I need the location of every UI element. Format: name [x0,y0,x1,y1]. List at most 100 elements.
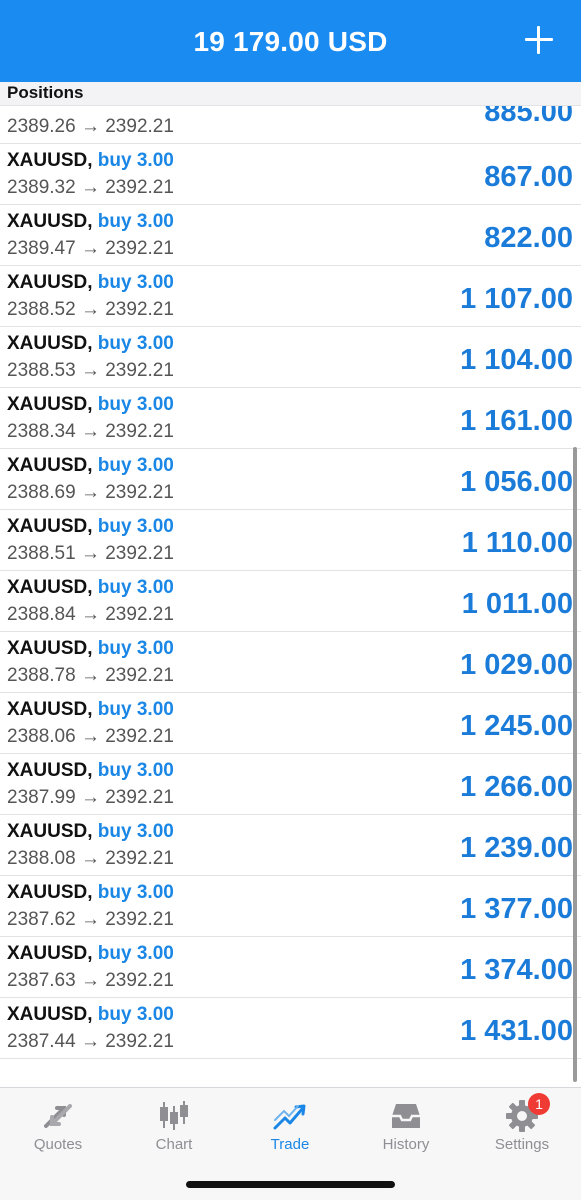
position-symbol: XAUUSD, [7,333,93,354]
position-prices: 2388.52 → 2392.21 [7,299,174,320]
position-symbol: XAUUSD, [7,150,93,171]
position-row[interactable]: XAUUSD, buy 3.00 2388.08 → 2392.21 1 239… [0,815,581,876]
position-profit: 1 104.00 [460,344,573,376]
position-prices: 2387.44 → 2392.21 [7,1031,174,1052]
position-prices: 2388.51 → 2392.21 [7,543,174,564]
position-title: XAUUSD, buy 3.00 [7,699,174,721]
position-direction: buy 3.00 [97,1004,174,1025]
position-row[interactable]: XAUUSD, buy 3.00 2389.47 → 2392.21 822.0… [0,205,581,266]
position-direction: buy 3.00 [97,882,174,903]
position-direction: buy 3.00 [97,333,174,354]
tab-label: History [382,1136,430,1153]
position-profit: 1 431.00 [460,1015,573,1047]
top-bar: 19 179.00 USD [0,0,581,82]
tab-label: Chart [155,1136,193,1153]
home-indicator[interactable] [186,1181,395,1188]
scrollbar[interactable] [573,447,577,1082]
position-direction: buy 3.00 [97,943,174,964]
position-title: XAUUSD, buy 3.00 [7,516,174,538]
position-title: XAUUSD, buy 3.00 [7,638,174,660]
position-profit: 1 374.00 [460,954,573,986]
account-balance: 19 179.00 USD [193,26,388,57]
position-symbol: XAUUSD, [7,821,93,842]
position-row[interactable]: XAUUSD, buy 3.00 2388.51 → 2392.21 1 110… [0,510,581,571]
positions-section-header: Positions [0,82,581,106]
position-symbol: XAUUSD, [7,211,93,232]
position-row[interactable]: XAUUSD, buy 3.00 2388.34 → 2392.21 1 161… [0,388,581,449]
tab-quotes[interactable]: Quotes [0,1088,116,1168]
position-prices: 2388.08 → 2392.21 [7,848,174,869]
position-prices: 2388.78 → 2392.21 [7,665,174,686]
position-title: XAUUSD, buy 3.00 [7,943,174,965]
position-row[interactable]: XAUUSD, buy 3.00 2388.69 → 2392.21 1 056… [0,449,581,510]
position-prices: 2388.06 → 2392.21 [7,726,174,747]
history-inbox-icon [392,1104,420,1128]
position-direction: buy 3.00 [97,455,174,476]
position-profit: 1 266.00 [460,771,573,803]
position-prices: 2387.63 → 2392.21 [7,970,174,991]
position-direction: buy 3.00 [97,760,174,781]
position-symbol: XAUUSD, [7,943,93,964]
position-title: XAUUSD, buy 3.00 [7,882,174,904]
position-profit: 1 107.00 [460,283,573,315]
tab-settings[interactable]: 1 Settings [464,1088,580,1168]
position-direction: buy 3.00 [97,638,174,659]
position-profit: 1 161.00 [460,405,573,437]
position-row[interactable]: XAUUSD, buy 3.00 2387.44 → 2392.21 1 431… [0,998,581,1059]
position-row[interactable]: XAUUSD, buy 3.00 2388.78 → 2392.21 1 029… [0,632,581,693]
section-title: Positions [7,83,84,102]
position-prices: 2388.34 → 2392.21 [7,421,174,442]
tab-label: Quotes [33,1136,83,1153]
position-profit: 1 056.00 [460,466,573,498]
position-direction: buy 3.00 [97,211,174,232]
position-profit: 885.00 [484,106,573,128]
position-title: XAUUSD, buy 3.00 [7,211,174,233]
position-prices: 2389.26 → 2392.21 [7,116,174,137]
trade-trend-icon [273,1104,306,1130]
position-title: XAUUSD, buy 3.00 [7,333,174,355]
position-title: XAUUSD, buy 3.00 [7,455,174,477]
position-symbol: XAUUSD, [7,577,93,598]
tab-chart[interactable]: Chart [116,1088,232,1168]
positions-list[interactable]: 2389.26 → 2392.21 885.00 XAUUSD, buy 3.0… [0,106,581,1087]
candlestick-chart-icon [160,1101,188,1130]
position-symbol: XAUUSD, [7,272,93,293]
tab-label: Settings [494,1136,550,1153]
position-direction: buy 3.00 [97,699,174,720]
notification-badge: 1 [528,1093,550,1115]
position-title: XAUUSD, buy 3.00 [7,394,174,416]
position-row[interactable]: XAUUSD, buy 3.00 2388.52 → 2392.21 1 107… [0,266,581,327]
position-title: XAUUSD, buy 3.00 [7,150,174,172]
position-direction: buy 3.00 [97,394,174,415]
position-prices: 2388.53 → 2392.21 [7,360,174,381]
tab-history[interactable]: History [348,1088,464,1168]
position-title: XAUUSD, buy 3.00 [7,760,174,782]
position-row[interactable]: XAUUSD, buy 3.00 2388.06 → 2392.21 1 245… [0,693,581,754]
position-prices: 2387.62 → 2392.21 [7,909,174,930]
position-direction: buy 3.00 [97,577,174,598]
plus-icon[interactable] [525,26,553,54]
position-title: XAUUSD, buy 3.00 [7,821,174,843]
position-row[interactable]: XAUUSD, buy 3.00 2387.62 → 2392.21 1 377… [0,876,581,937]
position-row[interactable]: XAUUSD, buy 3.00 2387.63 → 2392.21 1 374… [0,937,581,998]
position-row[interactable]: XAUUSD, buy 3.00 2387.99 → 2392.21 1 266… [0,754,581,815]
position-row[interactable]: XAUUSD, buy 3.00 2388.84 → 2392.21 1 011… [0,571,581,632]
position-symbol: XAUUSD, [7,882,93,903]
position-profit: 1 110.00 [461,527,573,559]
position-row[interactable]: XAUUSD, buy 3.00 2389.32 → 2392.21 867.0… [0,144,581,205]
position-profit: 1 245.00 [460,710,573,742]
position-prices: 2389.32 → 2392.21 [7,177,174,198]
position-profit: 822.00 [484,222,573,254]
tab-trade[interactable]: Trade [232,1088,348,1168]
position-row[interactable]: 2389.26 → 2392.21 885.00 [0,106,581,144]
position-prices: 2388.84 → 2392.21 [7,604,174,625]
position-profit: 1 239.00 [460,832,573,864]
position-symbol: XAUUSD, [7,455,93,476]
position-symbol: XAUUSD, [7,699,93,720]
tab-label: Trade [270,1136,310,1153]
position-prices: 2388.69 → 2392.21 [7,482,174,503]
position-profit: 867.00 [484,161,573,193]
position-symbol: XAUUSD, [7,516,93,537]
position-symbol: XAUUSD, [7,394,93,415]
position-row[interactable]: XAUUSD, buy 3.00 2388.53 → 2392.21 1 104… [0,327,581,388]
